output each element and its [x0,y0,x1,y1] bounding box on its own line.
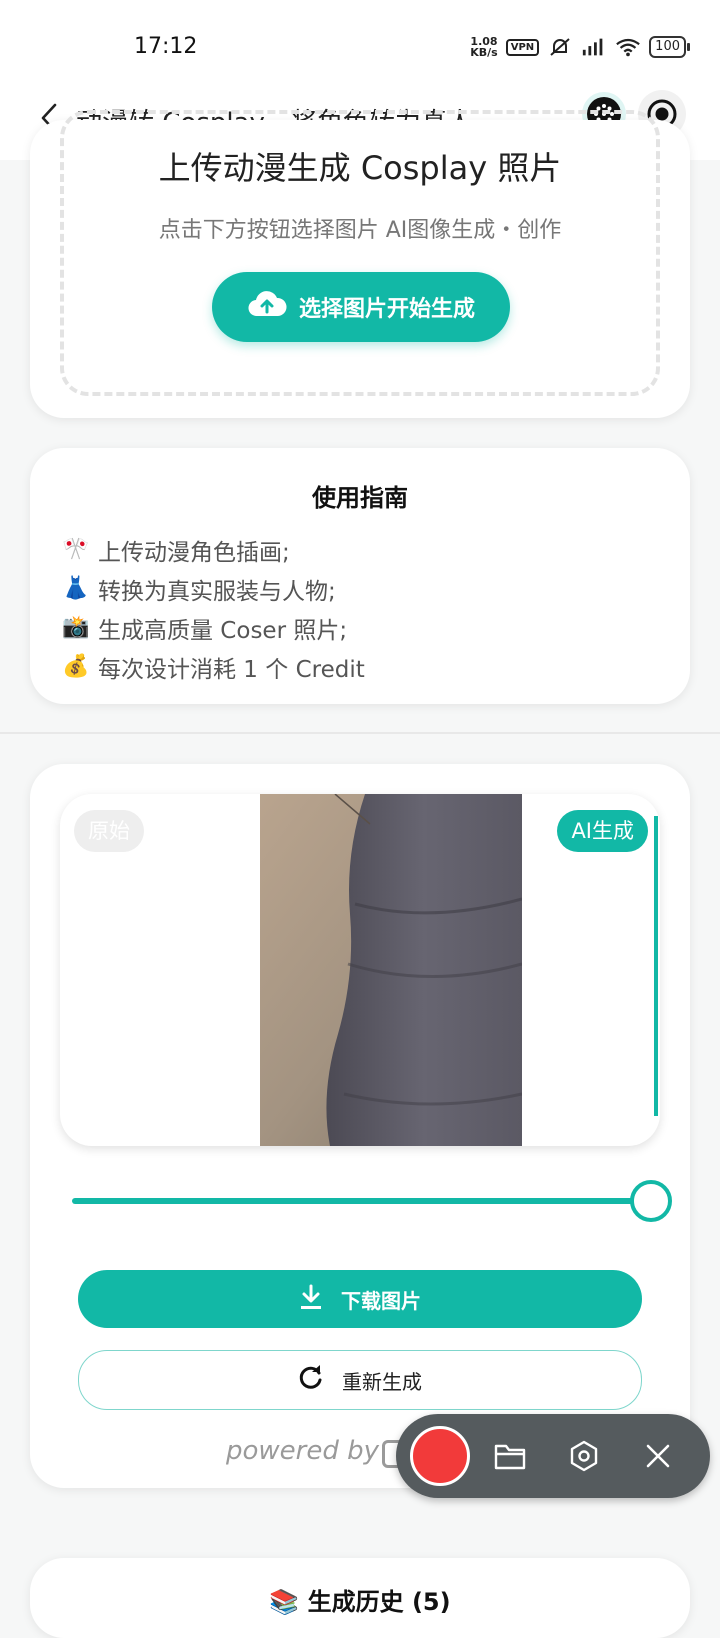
download-icon [299,1284,323,1315]
net-speed: 1.08 KB/s [470,36,497,58]
guide-item-text: 生成高质量 Coser 照片; [98,617,348,644]
upload-title: 上传动漫生成 Cosplay 照片 [158,149,562,187]
regenerate-button[interactable]: 重新生成 [78,1350,642,1410]
guide-list: 🎌 上传动漫角色插画; 👗 转换为真实服装与人物; 📸 生成高质量 Coser … [58,530,365,686]
record-icon[interactable] [410,1426,470,1486]
guide-item-text: 每次设计消耗 1 个 Credit [98,656,365,683]
select-image-button[interactable]: 选择图片开始生成 [212,272,510,342]
battery-icon: 100 [649,36,690,58]
compare-viewer[interactable]: 原始 AI生成 [60,794,660,1146]
screen-recorder-toolbar [396,1414,710,1498]
history-card: 📚 生成历史 (5) [30,1558,690,1638]
cloud-upload-icon [247,290,287,324]
select-image-label: 选择图片开始生成 [298,297,475,322]
compare-divider [654,816,658,1116]
compare-slider-track[interactable] [72,1198,646,1204]
money-bag-icon: 💰 [62,654,90,679]
vpn-icon: VPN [505,38,540,56]
status-icons: 1.08 KB/s VPN 100 [470,36,690,58]
powered-by-text: powered by [226,1436,380,1466]
upload-card: 上传动漫生成 Cosplay 照片 点击下方按钮选择图片 AI图像生成・创作 选… [30,110,690,418]
list-item: 💰 每次设计消耗 1 个 Credit [58,647,365,686]
result-image [260,794,522,1146]
guide-item-text: 上传动漫角色插画; [98,539,290,566]
net-speed-unit: KB/s [470,46,498,59]
regenerate-label: 重新生成 [342,1369,422,1394]
list-item: 🎌 上传动漫角色插画; [58,530,365,569]
close-icon[interactable] [642,1440,674,1472]
download-label: 下载图片 [341,1288,421,1313]
status-time: 17:12 [134,34,198,59]
flags-icon: 🎌 [62,537,90,562]
wifi-icon [615,37,641,57]
list-item: 👗 转换为真实服装与人物; [58,569,365,608]
badge-original: 原始 [74,810,144,852]
dress-icon: 👗 [62,576,90,601]
upload-subtitle: 点击下方按钮选择图片 AI图像生成・创作 [158,218,562,243]
signal-icon [581,37,607,57]
guide-title: 使用指南 [312,484,408,512]
folder-icon[interactable] [494,1440,526,1472]
result-card: 原始 AI生成 下载图片 重新生成 powered by NE [30,764,690,1488]
refresh-icon [298,1364,324,1396]
settings-hex-icon[interactable] [568,1440,600,1472]
mute-icon [547,37,573,57]
download-button[interactable]: 下载图片 [78,1270,642,1328]
badge-ai-generated: AI生成 [557,810,648,852]
camera-icon: 📸 [62,615,90,640]
list-item: 📸 生成高质量 Coser 照片; [58,608,365,647]
guide-card: 使用指南 🎌 上传动漫角色插画; 👗 转换为真实服装与人物; 📸 生成高质量 C… [30,448,690,704]
section-divider [0,732,720,734]
guide-item-text: 转换为真实服装与人物; [98,578,336,605]
compare-slider-thumb[interactable] [630,1180,672,1222]
